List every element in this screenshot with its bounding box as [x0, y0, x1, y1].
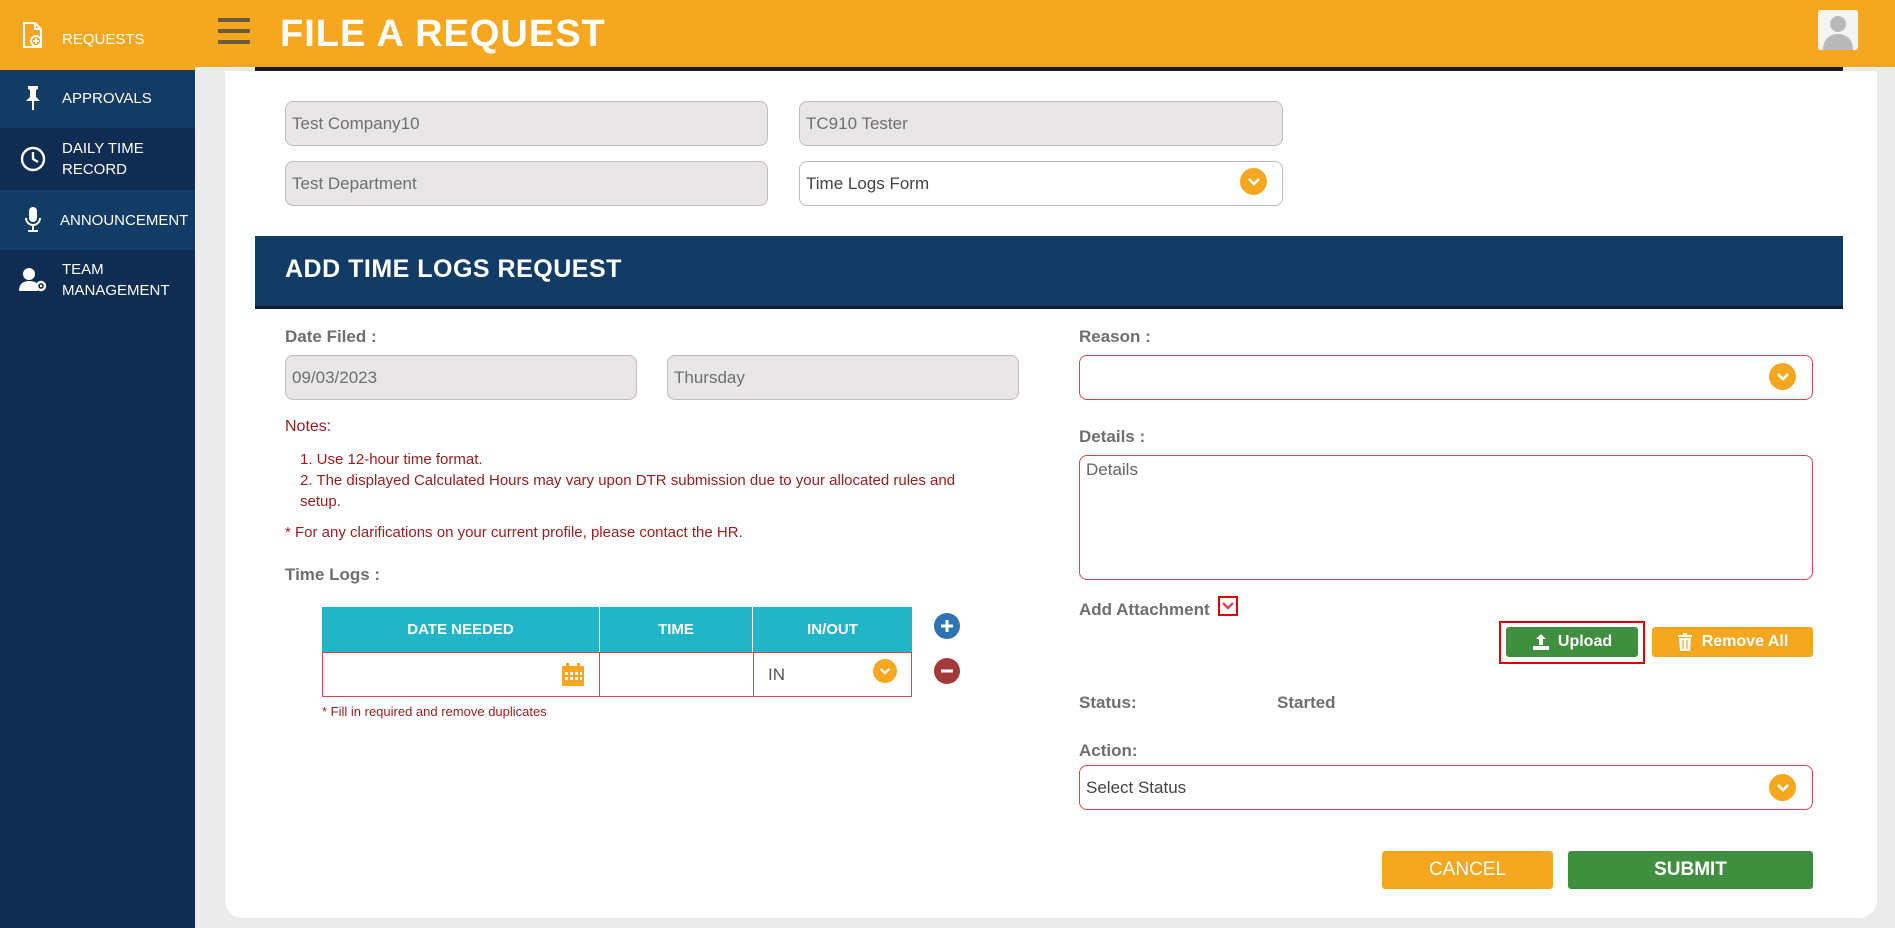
avatar[interactable]: [1818, 10, 1858, 50]
date-filed-label: Date Filed :: [285, 327, 377, 346]
clock-icon: [19, 145, 47, 173]
fill-note: * Fill in required and remove duplicates: [322, 704, 547, 719]
calendar-icon[interactable]: [561, 663, 585, 692]
in-out-value: IN: [768, 665, 785, 684]
status-label: Status:: [1079, 693, 1137, 712]
form-type-value: Time Logs Form: [806, 174, 930, 193]
document-plus-icon: [19, 21, 47, 49]
section-title: ADD TIME LOGS REQUEST: [285, 255, 622, 283]
upload-button[interactable]: Upload: [1506, 627, 1638, 657]
reason-select[interactable]: [1079, 355, 1813, 400]
sidebar-item-announcement[interactable]: ANNOUNCEMENT: [0, 190, 195, 250]
clarification-note: * For any clarifications on your current…: [285, 524, 743, 541]
pin-icon: [19, 84, 47, 112]
remove-all-button[interactable]: Remove All: [1652, 627, 1813, 657]
microphone-icon: [19, 206, 47, 234]
reason-label: Reason :: [1079, 327, 1151, 346]
sidebar-item-label: REQUESTS: [62, 31, 145, 48]
attachment-label: Add Attachment: [1079, 600, 1210, 619]
remove-row-icon[interactable]: [934, 658, 960, 684]
chevron-down-icon[interactable]: [1240, 168, 1267, 195]
chevron-down-icon[interactable]: [873, 659, 897, 683]
notes-label: Notes:: [285, 418, 332, 435]
divider: [255, 67, 1843, 71]
submit-button[interactable]: SUBMIT: [1568, 851, 1813, 889]
note-item: setup.: [300, 493, 341, 510]
employee-field: TC910 Tester: [799, 101, 1283, 146]
sidebar-item-label: ANNOUNCEMENT: [60, 212, 189, 229]
date-needed-input[interactable]: [322, 652, 600, 697]
details-label: Details :: [1079, 427, 1146, 446]
sidebar-item-label: TEAM MANAGEMENT: [62, 261, 170, 299]
cancel-button[interactable]: CANCEL: [1382, 851, 1553, 889]
date-filed-field: 09/03/2023: [285, 355, 637, 400]
action-value: Select Status: [1086, 778, 1187, 797]
page-title: FILE A REQUEST: [280, 13, 606, 55]
attachment-toggle-chevron-icon[interactable]: [1218, 596, 1238, 616]
col-header-date-needed: DATE NEEDED: [322, 607, 600, 652]
note-item: 1. Use 12-hour time format.: [300, 451, 483, 468]
trash-icon: [1677, 633, 1692, 651]
hamburger-menu-icon[interactable]: [218, 18, 250, 46]
company-field: Test Company10: [285, 101, 768, 146]
details-placeholder: Details: [1086, 460, 1138, 479]
sidebar-item-team-management[interactable]: TEAM MANAGEMENT: [0, 250, 195, 310]
sidebar: REQUESTS APPROVALS DAILY TIME RECORD ANNO…: [0, 0, 195, 928]
department-field: Test Department: [285, 161, 768, 206]
form-type-select[interactable]: Time Logs Form: [799, 161, 1283, 206]
sidebar-item-daily-time-record[interactable]: DAILY TIME RECORD: [0, 128, 195, 190]
time-logs-label: Time Logs :: [285, 565, 381, 584]
chevron-down-icon[interactable]: [1769, 363, 1796, 390]
sidebar-item-approvals[interactable]: APPROVALS: [0, 70, 195, 128]
status-value: Started: [1277, 693, 1336, 712]
action-label: Action:: [1079, 741, 1138, 760]
chevron-down-icon[interactable]: [1769, 774, 1796, 801]
upload-icon: [1532, 634, 1549, 650]
sidebar-item-requests[interactable]: REQUESTS: [0, 0, 195, 70]
sidebar-item-label: DAILY TIME RECORD: [62, 140, 144, 178]
note-item: 2. The displayed Calculated Hours may va…: [300, 472, 956, 489]
col-header-in-out: IN/OUT: [753, 607, 912, 652]
user-gear-icon: [19, 266, 47, 294]
time-input[interactable]: [599, 652, 754, 697]
col-header-time: TIME: [600, 607, 753, 652]
details-textarea[interactable]: Details: [1079, 455, 1813, 580]
action-select[interactable]: Select Status: [1079, 765, 1813, 810]
add-row-icon[interactable]: [934, 613, 960, 639]
sidebar-item-label: APPROVALS: [62, 90, 152, 107]
day-field: Thursday: [667, 355, 1019, 400]
